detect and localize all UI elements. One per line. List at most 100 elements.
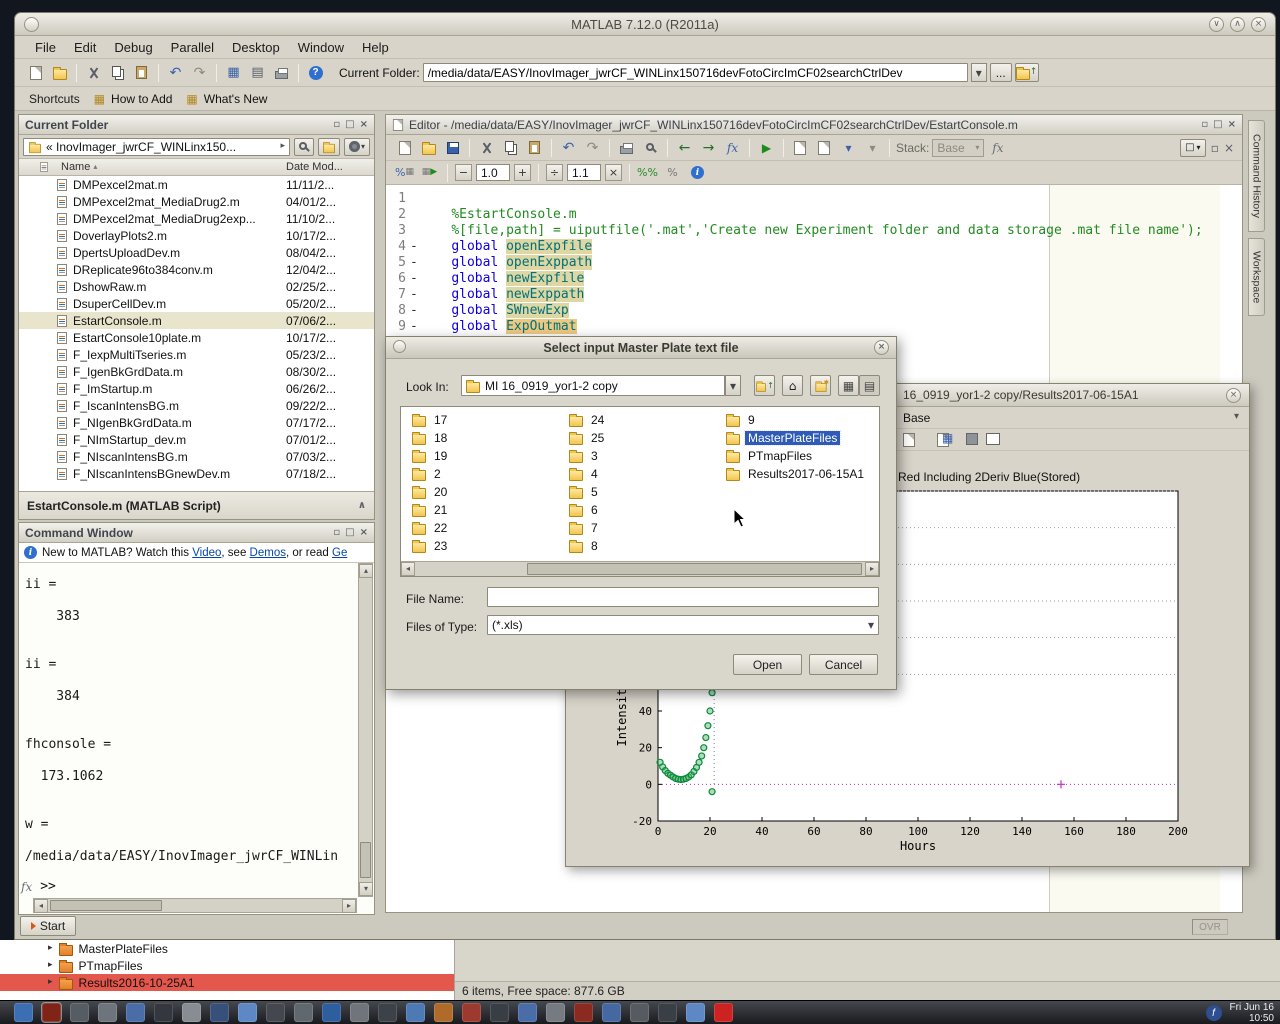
editor-layout-button[interactable] [1180, 139, 1206, 157]
dialog-titlebar[interactable]: Select input Master Plate text file [386, 337, 896, 359]
folder-item[interactable]: 5 [567, 483, 719, 501]
menu-desktop[interactable]: Desktop [224, 37, 288, 58]
software-update-icon[interactable] [714, 1003, 733, 1022]
folder-item[interactable]: 20 [410, 483, 562, 501]
tree-row[interactable]: PTmapFiles [0, 957, 454, 974]
look-in-combo[interactable]: MI 16_0919_yor1-2 copy [461, 375, 725, 396]
search-button[interactable] [294, 138, 314, 156]
redo-button[interactable] [582, 137, 603, 158]
maximize-panel-icon[interactable] [345, 528, 354, 538]
find-files-button[interactable]: fx [987, 137, 1008, 158]
folder-item[interactable]: Results2017-06-15A1 [724, 465, 876, 483]
maximize-panel-icon[interactable] [1213, 120, 1222, 130]
find-button[interactable] [640, 137, 661, 158]
clock[interactable]: Fri Jun 16 10:50 [1230, 1002, 1274, 1024]
viewer-icon[interactable] [182, 1003, 201, 1022]
folder-item[interactable]: 17 [410, 411, 562, 429]
start-button[interactable]: Start [20, 916, 76, 936]
close-editor-icon[interactable] [1224, 142, 1234, 154]
office-icon[interactable] [210, 1003, 229, 1022]
folder-item[interactable]: 9 [724, 411, 876, 429]
step-button[interactable] [838, 137, 859, 158]
guide-button[interactable] [247, 62, 268, 83]
file-row[interactable]: F_IscanIntensBG.m09/22/2... [19, 397, 374, 414]
name-column-header[interactable]: Name [61, 161, 90, 173]
folder-item[interactable]: 24 [567, 411, 719, 429]
folder-item[interactable]: 8 [567, 537, 719, 555]
app-20-icon[interactable] [546, 1003, 565, 1022]
tree-row[interactable]: Results2016-10-25A1 [0, 974, 454, 991]
date-column-header[interactable]: Date Mod... [286, 161, 374, 173]
current-folder-path-input[interactable] [423, 63, 968, 82]
expander-icon[interactable] [48, 978, 53, 987]
open-file-button[interactable] [49, 62, 70, 83]
folder-item[interactable]: 4 [567, 465, 719, 483]
menu-edit[interactable]: Edit [66, 37, 104, 58]
profiler-button[interactable] [271, 62, 292, 83]
cancel-button[interactable]: Cancel [809, 654, 878, 675]
file-row[interactable]: DpertsUploadDev.m08/04/2... [19, 244, 374, 261]
current-folder-panel-titlebar[interactable]: Current Folder [19, 115, 374, 135]
tab-command-history[interactable]: Command History [1248, 120, 1265, 232]
close-panel-icon[interactable] [360, 528, 368, 538]
file-row[interactable]: DMPexcel2mat.m11/11/2... [19, 176, 374, 193]
file-row[interactable]: DMPexcel2mat_MediaDrug2exp...11/10/2... [19, 210, 374, 227]
terminal-icon[interactable] [42, 1003, 61, 1022]
undock-icon[interactable] [333, 528, 340, 538]
code-line[interactable]: 1 [386, 191, 1242, 207]
cell-value-2-field[interactable]: 1.1 [567, 164, 601, 181]
file-row[interactable]: EstartConsole10plate.m10/17/2... [19, 329, 374, 346]
file-row[interactable]: DReplicate96to384conv.m12/04/2... [19, 261, 374, 278]
file-row[interactable]: EstartConsole.m07/06/2... [19, 312, 374, 329]
fedora-menu-icon[interactable] [14, 1003, 33, 1022]
cell-info-button[interactable]: i [687, 162, 708, 183]
comment-button[interactable] [637, 162, 658, 183]
file-row[interactable]: F_NIscanIntensBG.m07/03/2... [19, 448, 374, 465]
gray-swatch-icon[interactable] [966, 433, 978, 445]
stack-combo[interactable]: Base [932, 139, 984, 157]
app-11-icon[interactable] [294, 1003, 313, 1022]
close-panel-icon[interactable] [1228, 120, 1236, 130]
folder-item[interactable]: 25 [567, 429, 719, 447]
app-14-icon[interactable] [378, 1003, 397, 1022]
current-folder-dropdown-button[interactable] [971, 63, 987, 82]
chevron-down-icon[interactable] [1234, 412, 1239, 422]
evaluate-cell-button[interactable] [419, 162, 440, 183]
files-of-type-combo[interactable]: (*.xls) [487, 615, 879, 635]
file-row[interactable]: DshowRaw.m02/25/2... [19, 278, 374, 295]
folder-item[interactable]: 7 [567, 519, 719, 537]
undock-icon[interactable] [1201, 120, 1208, 130]
file-row[interactable]: F_NIscanIntensBGnewDev.m07/18/2... [19, 465, 374, 482]
shortcut-how-to-add[interactable]: How to Add [111, 92, 172, 106]
open-file-button[interactable] [418, 137, 439, 158]
insert-cell-button[interactable] [394, 162, 415, 183]
file-row[interactable]: F_NIgenBkGrdData.m07/17/2... [19, 414, 374, 431]
folder-item[interactable]: 22 [410, 519, 562, 537]
file-list-header[interactable]: Name Date Mod... [19, 159, 374, 176]
app-23-icon[interactable] [630, 1003, 649, 1022]
paste-button[interactable] [131, 62, 152, 83]
details-view-button[interactable] [859, 375, 880, 396]
close-window-icon[interactable] [1251, 17, 1266, 32]
menu-file[interactable]: File [27, 37, 64, 58]
gimp-icon[interactable] [434, 1003, 453, 1022]
dialog-horizontal-scrollbar[interactable] [401, 561, 879, 576]
code-line[interactable]: 3 %[file,path] = uiputfile('.mat','Creat… [386, 223, 1242, 239]
file-row[interactable]: DMPexcel2mat_MediaDrug2.m04/01/2... [19, 193, 374, 210]
app-10-icon[interactable] [266, 1003, 285, 1022]
file-row[interactable]: F_IgenBkGrdData.m08/30/2... [19, 363, 374, 380]
app-15-icon[interactable] [406, 1003, 425, 1022]
grid-view-icon[interactable] [942, 432, 953, 444]
code-line[interactable]: 6- global newExpfile [386, 271, 1242, 287]
code-line[interactable]: 2 %EstartConsole.m [386, 207, 1242, 223]
publish-button[interactable] [662, 162, 683, 183]
command-output[interactable]: ii = 383 ii = 384 fhconsole = 173.1062 w… [25, 577, 356, 865]
folder-item[interactable]: 23 [410, 537, 562, 555]
code-line[interactable]: 9- global ExpOutmat [386, 319, 1242, 335]
divide-value-button[interactable] [546, 164, 563, 181]
white-swatch-icon[interactable] [986, 433, 1000, 445]
go-back-button[interactable] [674, 137, 695, 158]
increment-value-button[interactable] [514, 164, 531, 181]
app-22-icon[interactable] [602, 1003, 621, 1022]
undo-button[interactable] [165, 62, 186, 83]
